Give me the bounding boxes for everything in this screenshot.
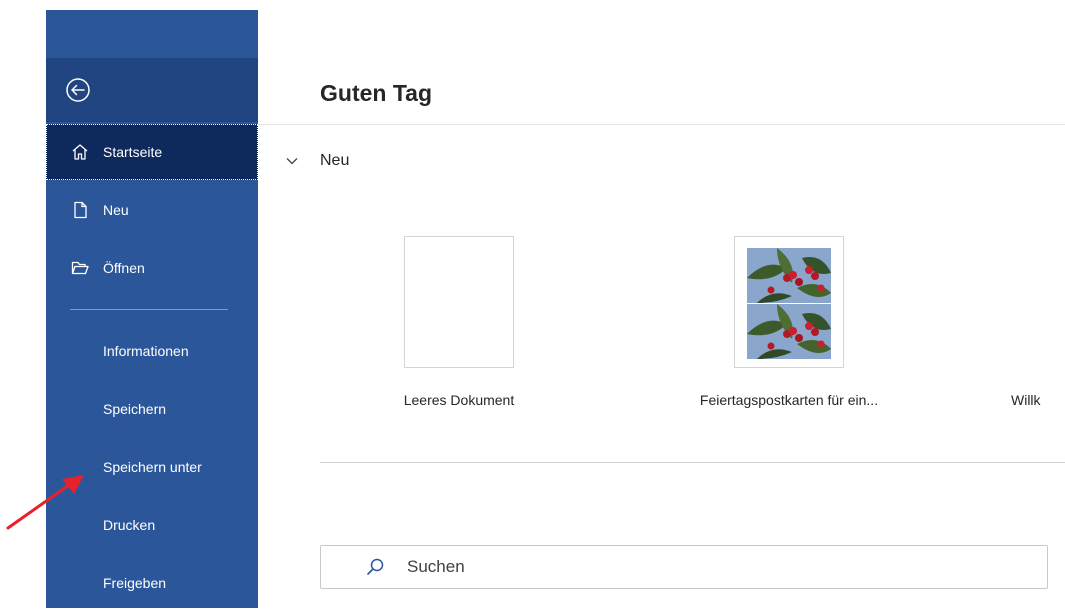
sidebar-item-informationen[interactable]: Informationen	[46, 323, 258, 379]
holiday-postcards-thumbnail	[734, 236, 844, 368]
template-caption: Willk	[1011, 392, 1041, 408]
sidebar-item-startseite[interactable]: Startseite	[46, 124, 258, 180]
sidebar-divider	[70, 309, 228, 310]
search-input[interactable]	[405, 556, 1009, 578]
sidebar-item-label: Öffnen	[103, 260, 145, 276]
sidebar-item-label: Speichern	[103, 401, 167, 417]
annotation-arrow-icon	[6, 475, 84, 530]
new-section-toggle[interactable]: Neu	[284, 152, 349, 170]
content-divider	[320, 462, 1065, 463]
search-box[interactable]	[320, 545, 1048, 589]
page-title: Guten Tag	[320, 80, 433, 106]
sidebar-item-label: Speichern unter	[103, 459, 202, 475]
sidebar-item-neu[interactable]: Neu	[46, 182, 258, 238]
template-caption: Feiertagspostkarten für ein...	[699, 392, 879, 408]
sidebar-item-freigeben[interactable]: Freigeben	[46, 555, 258, 611]
chevron-down-icon	[286, 158, 298, 165]
sidebar-item-label: Startseite	[103, 144, 163, 160]
home-icon	[70, 142, 90, 162]
sidebar-item-label: Neu	[103, 202, 129, 218]
back-button[interactable]	[63, 75, 93, 105]
sidebar-item-label: Informationen	[103, 343, 189, 359]
section-title: Neu	[320, 152, 350, 169]
blank-document-thumbnail	[404, 236, 514, 368]
new-document-icon	[70, 200, 90, 220]
back-arrow-icon	[66, 78, 90, 102]
main-content: Guten Tag Neu Leeres Dokument Feiertagsp…	[258, 0, 1065, 608]
open-folder-icon	[70, 258, 90, 278]
header-divider	[258, 124, 1065, 125]
holly-berries-image	[747, 304, 831, 359]
sidebar-item-speichern[interactable]: Speichern	[46, 381, 258, 437]
sidebar-item-label: Freigeben	[103, 575, 167, 591]
sidebar-item-label: Drucken	[103, 517, 156, 533]
sidebar-item-oeffnen[interactable]: Öffnen	[46, 240, 258, 296]
search-icon	[367, 558, 384, 575]
holly-berries-image	[747, 248, 831, 303]
template-caption: Leeres Dokument	[403, 392, 515, 408]
